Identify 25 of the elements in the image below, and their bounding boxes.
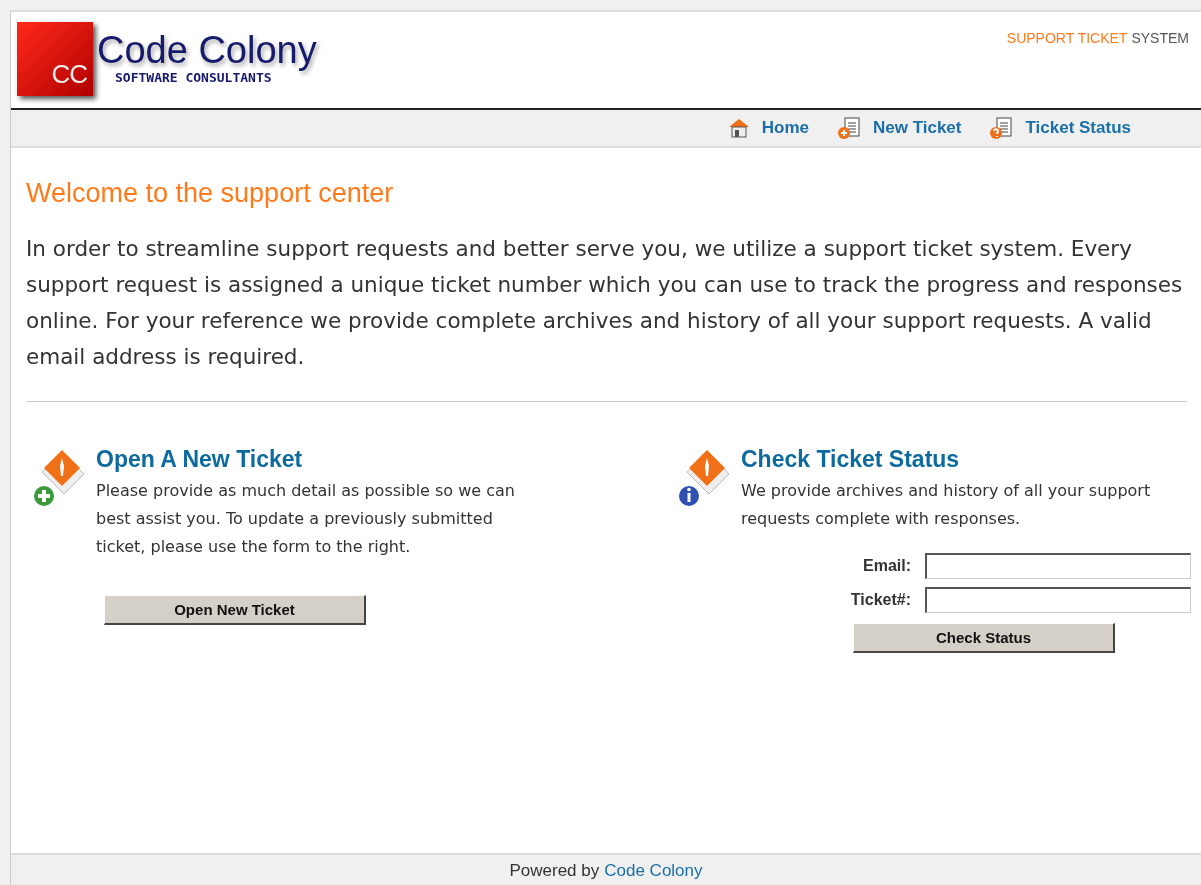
logo-name: Code Colony xyxy=(97,30,317,70)
footer-text: Powered by xyxy=(509,861,600,881)
section-title: Check Ticket Status xyxy=(741,446,961,473)
open-ticket-button[interactable]: Open New Ticket xyxy=(104,595,366,625)
document-add-icon xyxy=(836,117,861,139)
page-title: Welcome to the support center xyxy=(26,178,395,209)
nav-link[interactable]: New Ticket xyxy=(836,117,962,139)
logo-subtitle: SOFTWARE CONSULTANTS xyxy=(114,70,272,85)
check-status-button[interactable]: Check Status xyxy=(853,623,1115,653)
tagline-highlight: SUPPORT TICKET xyxy=(1006,30,1128,48)
tagline-text: SYSTEM xyxy=(1131,30,1189,48)
section-text: Please provide as much detail as possible so we can best assist you. To update a previously submitted ticket, please use the form to the right. xyxy=(96,480,516,558)
logo-mark: CC xyxy=(17,22,93,96)
input-field[interactable] xyxy=(925,587,1191,613)
nav-link[interactable]: Ticket Status xyxy=(989,117,1131,139)
nav-link[interactable]: Home xyxy=(727,117,809,139)
section-title: Open A New Ticket xyxy=(96,446,304,473)
section-text: We provide archives and history of all your support requests complete with responses. xyxy=(741,480,1152,530)
field-label: Email: xyxy=(862,557,911,575)
field-label: Ticket#: xyxy=(849,591,911,609)
document-help-icon xyxy=(989,117,1014,139)
input-field[interactable] xyxy=(925,553,1191,579)
intro-text: In order to streamline support requests and better serve you, we utilize a support ticket system. Every support request is assigned a unique ticket number which you can use to track the progress and responses online. For your reference we provide complete archives and history of all your support requests. A valid email address is required. xyxy=(26,235,1184,371)
footer-link[interactable]: Code Colony xyxy=(604,861,703,881)
house-icon xyxy=(727,117,750,139)
